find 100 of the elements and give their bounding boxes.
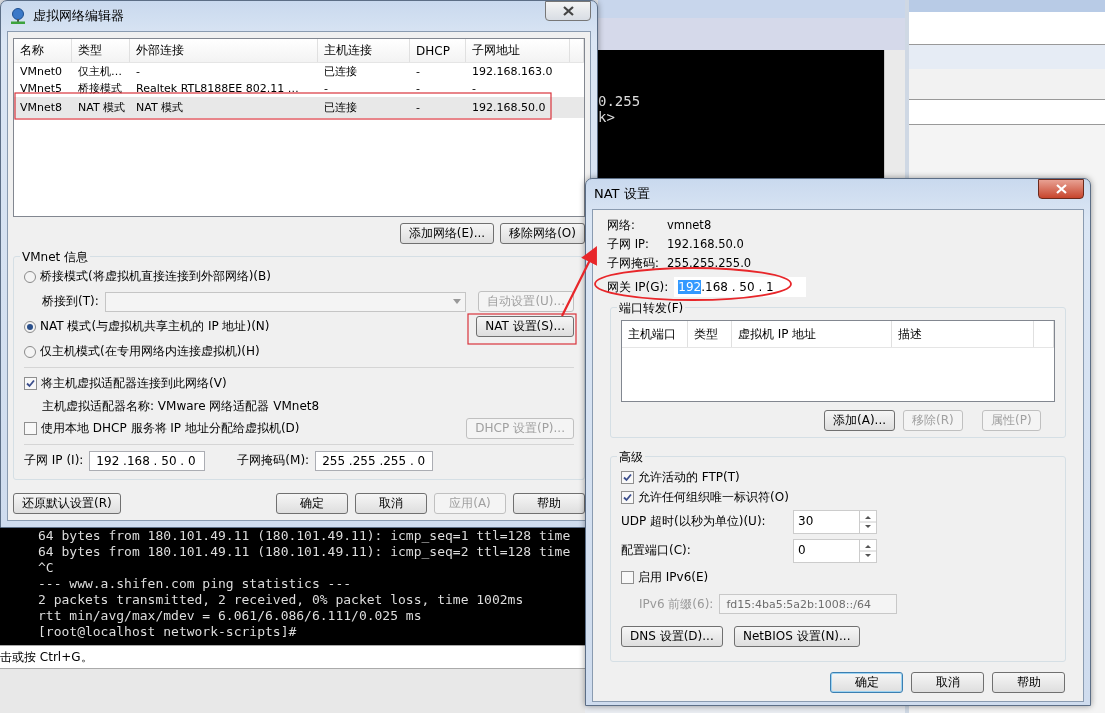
- number-spinner[interactable]: 30: [793, 509, 877, 534]
- table-cell-text: -: [415, 101, 421, 114]
- column-header[interactable]: 类型: [688, 321, 732, 347]
- add-button[interactable]: 添加(A)...: [824, 410, 895, 431]
- group-title: 端口转发(F): [617, 300, 686, 317]
- terminal-line: 64 bytes from 180.101.49.11 (180.101.49.11): icmp_seq=1 ttl=128 time: [38, 528, 572, 544]
- table-cell-text: 桥接模式: [77, 81, 123, 96]
- terminal-line: [root@localhost network-scripts]#: [38, 624, 298, 640]
- radio-button[interactable]: [24, 320, 36, 333]
- table-row[interactable]: VMnet8 NAT 模式 NAT 模式 已连接 - 192.168.50.0: [14, 97, 584, 118]
- number-spinner[interactable]: 0: [793, 538, 877, 563]
- help-button[interactable]: 帮助: [992, 672, 1065, 693]
- table-cell-text: 192.168.163.0: [471, 65, 554, 78]
- status-text: 击或按 Ctrl+G。: [0, 648, 93, 666]
- cancel-button[interactable]: 取消: [911, 672, 984, 693]
- ok-button[interactable]: 确定: [830, 672, 903, 693]
- field-label: UDP 超时(以秒为单位)(U):: [621, 513, 767, 530]
- cancel-button[interactable]: 取消: [355, 493, 427, 514]
- table-cell-text: NAT 模式: [135, 100, 185, 115]
- subnet-ip-field[interactable]: 192 .168 . 50 . 0: [89, 450, 206, 471]
- column-header[interactable]: 子网地址: [466, 39, 570, 62]
- close-icon: [1055, 184, 1067, 194]
- table-cell-text: NAT 模式: [77, 100, 127, 115]
- terminal-line: ^C: [38, 560, 55, 576]
- radio-button[interactable]: [24, 345, 36, 358]
- window-title: NAT 设置: [594, 185, 651, 203]
- close-button[interactable]: [545, 1, 591, 21]
- info-label: 子网 IP:: [607, 237, 650, 252]
- radio-label: 桥接模式(将虚拟机直接连接到外部网络)(B): [40, 268, 271, 285]
- checkbox-label: 将主机虚拟适配器连接到此网络(V): [41, 375, 227, 392]
- terminal-line: k>: [598, 109, 616, 125]
- table-cell-text: -: [415, 82, 421, 95]
- ok-button[interactable]: 确定: [276, 493, 348, 514]
- column-header[interactable]: 虚拟机 IP 地址: [732, 321, 892, 347]
- field-label: 子网 IP (I):: [24, 452, 84, 469]
- checkbox[interactable]: [621, 470, 634, 484]
- column-header[interactable]: 名称: [14, 39, 72, 62]
- nat-settings-button[interactable]: NAT 设置(S)...: [476, 316, 574, 337]
- column-header[interactable]: 类型: [72, 39, 130, 62]
- add-network-button[interactable]: 添加网络(E)...: [399, 223, 495, 244]
- radio-button[interactable]: [24, 270, 36, 283]
- scrollbar[interactable]: [884, 50, 905, 180]
- terminal-line: --- www.a.shifen.com ping statistics ---: [38, 576, 353, 592]
- netbios-settings-button[interactable]: NetBIOS 设置(N)...: [734, 626, 860, 647]
- remove-network-button[interactable]: 移除网络(O): [500, 223, 585, 244]
- field-label: 桥接到(T):: [42, 293, 99, 310]
- table-cell-text: 已连接: [323, 100, 358, 115]
- table-cell-text: -: [471, 82, 477, 95]
- info-value: vmnet8: [667, 218, 713, 233]
- terminal-line: 0.255: [598, 93, 642, 109]
- terminal-line: 2 packets transmitted, 2 received, 0% packet loss, time 1002ms: [38, 592, 525, 608]
- column-header[interactable]: 主机连接: [318, 39, 410, 62]
- table-cell-text: VMnet8: [19, 101, 64, 114]
- table-cell-text: Realtek RTL8188EE 802.11 …: [135, 82, 300, 95]
- table-cell-text: -: [135, 65, 141, 78]
- restore-defaults-button[interactable]: 还原默认设置(R): [13, 493, 121, 514]
- window-title: 虚拟网络编辑器: [33, 7, 125, 25]
- checkbox-label: 允许任何组织唯一标识符(O): [638, 488, 789, 506]
- radio-label: NAT 模式(与虚拟机共享主机的 IP 地址)(N): [40, 318, 270, 335]
- group-title: 高级: [617, 449, 645, 466]
- checkbox-label: 使用本地 DHCP 服务将 IP 地址分配给虚拟机(D): [41, 420, 300, 437]
- table-row[interactable]: VMnet5 桥接模式 Realtek RTL8188EE 802.11 … - - -: [14, 80, 584, 97]
- table-cell-text: -: [323, 82, 329, 95]
- checkbox-label: 允许活动的 FTP(T): [638, 468, 740, 486]
- group-title: VMnet 信息: [20, 249, 91, 266]
- column-header[interactable]: 主机端口: [622, 321, 688, 347]
- subnet-mask-field[interactable]: 255 .255 .255 . 0: [315, 450, 434, 471]
- gateway-ip-field[interactable]: 192.168 . 50 . 1: [674, 277, 807, 297]
- help-button[interactable]: 帮助: [513, 493, 585, 514]
- checkbox[interactable]: [621, 571, 634, 584]
- checkbox[interactable]: [621, 490, 634, 504]
- terminal-line: 64 bytes from 180.101.49.11 (180.101.49.11): icmp_seq=2 ttl=128 time: [38, 544, 572, 560]
- info-label: 网络:: [607, 218, 636, 233]
- dropdown-caret-icon: [453, 299, 462, 304]
- checkbox[interactable]: [24, 377, 37, 390]
- close-button[interactable]: [1038, 179, 1084, 199]
- network-icon: [9, 7, 27, 25]
- table-cell-text: -: [415, 65, 421, 78]
- close-icon: [562, 6, 574, 16]
- field-label: 配置端口(C):: [621, 542, 692, 559]
- radio-label: 仅主机模式(在专用网络内连接虚拟机)(H): [40, 343, 260, 360]
- column-header[interactable]: DHCP: [410, 39, 466, 62]
- terminal-line: rtt min/avg/max/mdev = 6.061/6.086/6.111/0.025 ms: [38, 608, 423, 624]
- info-value: 192.168.50.0: [667, 237, 745, 252]
- dns-settings-button[interactable]: DNS 设置(D)...: [621, 626, 723, 647]
- column-header[interactable]: 描述: [892, 321, 1034, 347]
- column-header[interactable]: 外部连接: [130, 39, 318, 62]
- field-label: IPv6 前缀(6):: [639, 595, 714, 613]
- adapter-name-text: 主机虚拟适配器名称: VMware 网络适配器 VMnet8: [42, 397, 320, 415]
- field-label: 子网掩码(M):: [237, 452, 310, 469]
- table-cell-text: 已连接: [323, 64, 358, 79]
- info-value: 255.255.255.0: [667, 256, 753, 271]
- table-cell-text: 仅主机…: [77, 64, 123, 79]
- checkbox[interactable]: [24, 422, 37, 435]
- checkbox-label: 启用 IPv6(E): [638, 569, 709, 586]
- table-cell-text: VMnet5: [19, 82, 64, 95]
- field-label: 网关 IP(G):: [607, 278, 669, 296]
- info-label: 子网掩码:: [607, 256, 660, 271]
- table-row[interactable]: VMnet0 仅主机… - 已连接 - 192.168.163.0: [14, 63, 584, 80]
- table-cell-text: VMnet0: [19, 65, 64, 78]
